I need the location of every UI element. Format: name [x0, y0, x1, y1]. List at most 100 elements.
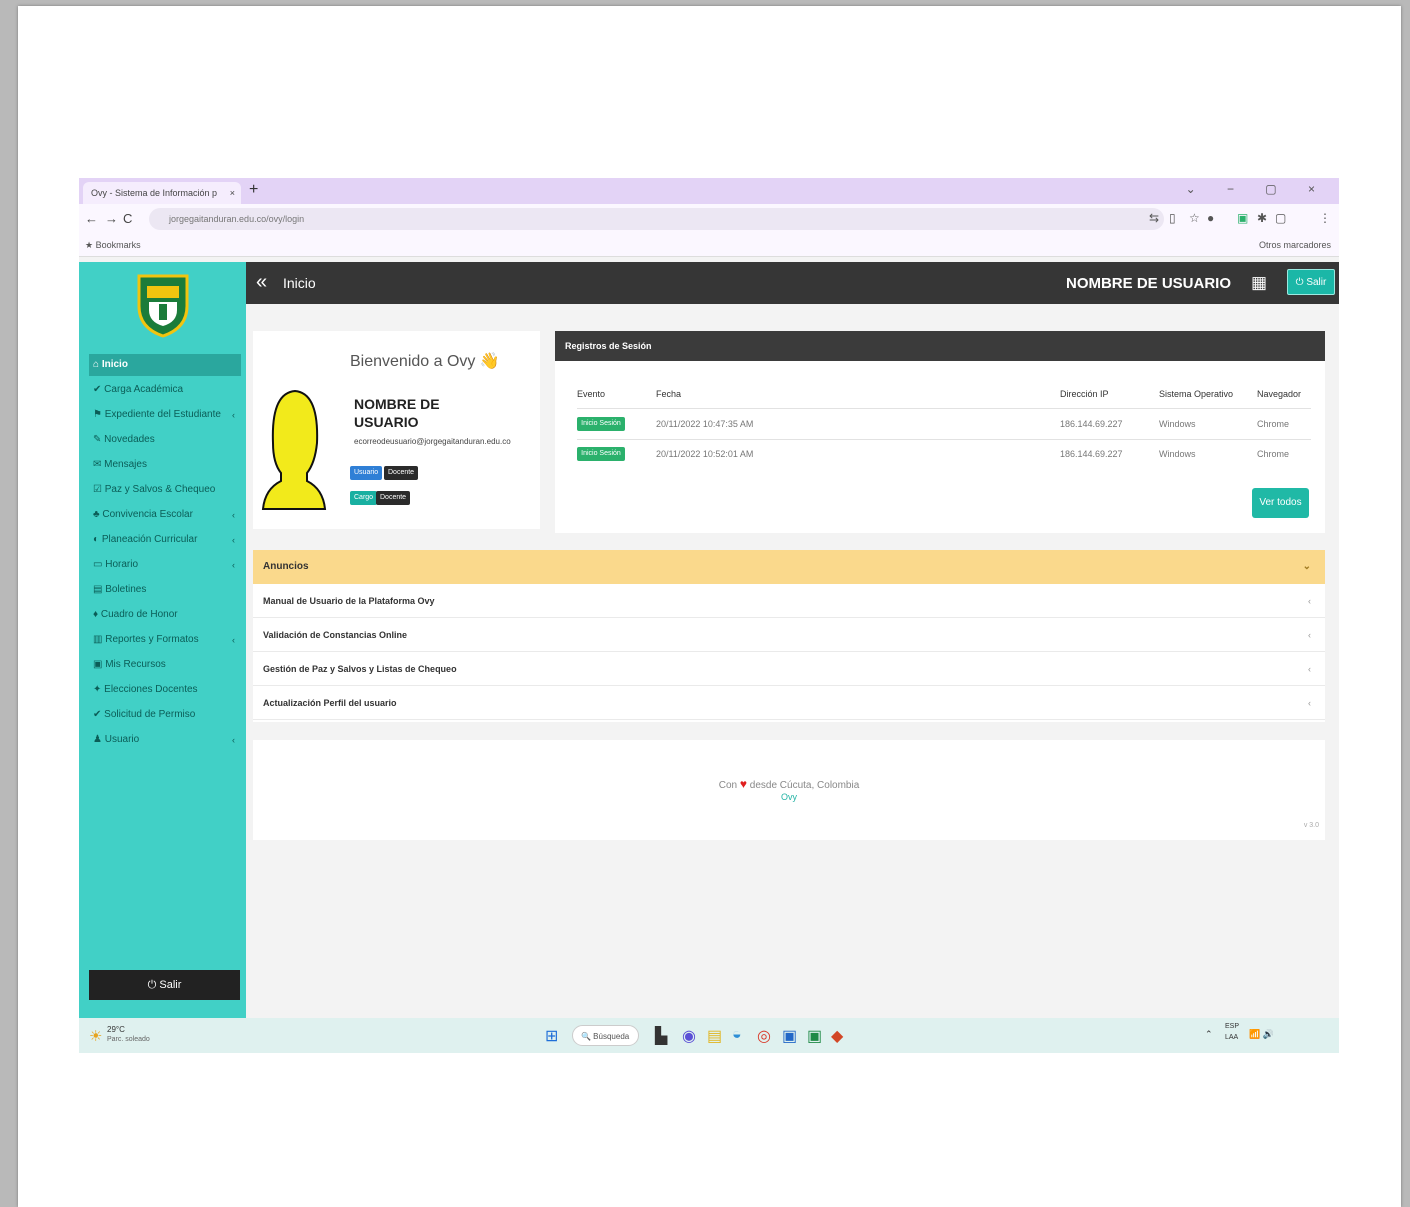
share-icon[interactable]: ⇆: [1149, 211, 1159, 225]
footer-credit: Con ♥ desde Cúcuta, Colombia: [253, 777, 1325, 791]
sidebar-item-label: ⌂ Inicio: [93, 359, 128, 370]
sidepanel-icon[interactable]: ▢: [1275, 211, 1286, 225]
sidebar-item-label: ✔ Carga Académica: [93, 384, 184, 395]
tab-title: Ovy - Sistema de Información p: [91, 188, 218, 198]
topbar-username[interactable]: NOMBRE DE USUARIO: [1066, 275, 1231, 292]
heart-icon: ♥: [739, 777, 747, 791]
sidebar-item-label: ▥ Reportes y Formatos: [93, 634, 199, 645]
announcement-item[interactable]: Manual de Usuario de la Plataforma Ovy ‹: [253, 584, 1325, 618]
tray-chevron-icon[interactable]: ⌃: [1205, 1029, 1213, 1040]
puzzle-icon[interactable]: ✱: [1257, 211, 1267, 225]
sidebar-item-planeacion[interactable]: ◐ Planeación Curricular ‹: [89, 529, 241, 551]
topbar-logout-button[interactable]: ⏻ Salir: [1287, 269, 1335, 295]
profile-icon[interactable]: ●: [1207, 211, 1214, 225]
extension-icon[interactable]: ▯: [1169, 211, 1176, 225]
weather-icon[interactable]: ☀: [89, 1027, 102, 1045]
announcement-label: Actualización Perfil del usuario: [263, 698, 397, 708]
edge-icon[interactable]: ◒: [732, 1026, 742, 1044]
announcements-header[interactable]: Anuncios ⌄: [253, 550, 1325, 584]
announcement-item[interactable]: Actualización Perfil del usuario ‹: [253, 686, 1325, 720]
sidebar-item-paz-y-salvos[interactable]: ☑ Paz y Salvos & Chequeo: [89, 479, 241, 501]
other-bookmarks[interactable]: Otros marcadores: [1259, 234, 1331, 256]
sidebar-item-elecciones[interactable]: ✦ Elecciones Docentes: [89, 679, 241, 701]
sidebar-item-novedades[interactable]: ✎ Novedades: [89, 429, 241, 451]
app-version: v 3.0: [1303, 822, 1319, 829]
powerpoint-icon[interactable]: ◆: [831, 1026, 843, 1046]
sidebar-item-boletines[interactable]: ▤ Boletines: [89, 579, 241, 601]
reload-icon[interactable]: C: [123, 211, 132, 226]
sidebar-item-label: ♦ Cuadro de Honor: [93, 609, 178, 620]
apps-grid-icon[interactable]: ▦: [1251, 273, 1267, 293]
window-controls[interactable]: ⌄ − ▢ ×: [1186, 182, 1329, 196]
sidebar-item-mensajes[interactable]: ✉ Mensajes: [89, 454, 241, 476]
task-view-icon[interactable]: ▙: [655, 1026, 667, 1046]
chevron-left-icon: ‹: [1308, 596, 1311, 606]
sidebar-item-mis-recursos[interactable]: ▣ Mis Recursos: [89, 654, 241, 676]
bookmarks-bar: ★ Bookmarks Otros marcadores: [79, 234, 1339, 257]
back-icon[interactable]: ←: [85, 211, 98, 226]
sidebar-item-label: ✔ Solicitud de Permiso: [93, 709, 196, 720]
screenshot: Ovy - Sistema de Información p × + ⌄ − ▢…: [79, 178, 1339, 1053]
type-badge-cargo: Cargo: [350, 491, 378, 505]
footer-ovy-link[interactable]: Ovy: [253, 792, 1325, 802]
welcome-title: Bienvenido a Ovy 👋: [350, 353, 500, 370]
role-badge-docente: Docente: [384, 466, 419, 480]
session-log-title: Registros de Sesión: [555, 331, 1325, 361]
chevron-left-icon: ‹: [1308, 630, 1311, 640]
sidebar-item-carga-academica[interactable]: ✔ Carga Académica: [89, 379, 241, 401]
session-log-card: Registros de Sesión Evento Fecha Direcci…: [555, 331, 1325, 533]
sidebar-item-label: ✦ Elecciones Docentes: [93, 684, 198, 695]
sidebar-item-label: ▤ Boletines: [93, 584, 147, 595]
chevron-down-icon: ⌄: [1302, 561, 1311, 572]
sidebar-item-reportes[interactable]: ▥ Reportes y Formatos ‹: [89, 629, 241, 651]
chevron-left-icon: ‹: [232, 735, 235, 745]
address-bar[interactable]: jorgegaitanduran.edu.co/ovy/login: [149, 208, 1164, 230]
tab-close-icon[interactable]: ×: [230, 182, 235, 204]
announcements-panel: Anuncios ⌄ Manual de Usuario de la Plata…: [253, 550, 1325, 722]
chevron-left-icon: ‹: [232, 410, 235, 420]
forward-icon[interactable]: →: [105, 211, 118, 226]
chrome-icon[interactable]: ◎: [757, 1026, 771, 1046]
sidebar-item-cuadro-de-honor[interactable]: ♦ Cuadro de Honor: [89, 604, 241, 626]
sidebar-item-solicitud-permiso[interactable]: ✔ Solicitud de Permiso: [89, 704, 241, 726]
chat-icon[interactable]: ◉: [682, 1026, 696, 1046]
taskbar-search[interactable]: 🔍 Búsqueda: [572, 1025, 639, 1046]
weather-desc: Parc. soleado: [107, 1036, 150, 1043]
sidebar-item-usuario[interactable]: ♟ Usuario ‹: [89, 729, 241, 751]
extension-green-icon[interactable]: ▣: [1237, 211, 1248, 225]
network-volume-icon[interactable]: 📶 🔊: [1249, 1029, 1274, 1040]
sidebar-item-inicio[interactable]: ⌂ Inicio: [89, 354, 241, 376]
event-badge: Inicio Sesión: [577, 417, 625, 431]
column-header-fecha: Fecha: [656, 389, 682, 399]
excel-icon[interactable]: ▣: [807, 1026, 822, 1046]
chevron-left-icon: ‹: [232, 535, 235, 545]
type-badge-docente: Docente: [376, 491, 411, 505]
tray-lang-a[interactable]: ESP: [1225, 1023, 1239, 1030]
footer-suffix: desde Cúcuta, Colombia: [749, 780, 860, 791]
column-header-evento: Evento: [577, 389, 606, 399]
user-avatar-icon: [261, 389, 327, 510]
sidebar: ⌂ Inicio ✔ Carga Académica ⚑ Expediente …: [79, 262, 246, 1018]
sidebar-logout-button[interactable]: ⏻ Salir: [89, 970, 240, 1000]
bookmarks-label[interactable]: ★ Bookmarks: [85, 234, 141, 256]
menu-icon[interactable]: ⋮: [1319, 211, 1331, 225]
announcement-item[interactable]: Validación de Constancias Online ‹: [253, 618, 1325, 652]
browser-tab[interactable]: Ovy - Sistema de Información p ×: [83, 182, 241, 204]
sidebar-item-convivencia[interactable]: ♣ Convivencia Escolar ‹: [89, 504, 241, 526]
sidebar-item-expediente[interactable]: ⚑ Expediente del Estudiante ‹: [89, 404, 241, 426]
windows-start-icon[interactable]: ⊞: [545, 1026, 558, 1046]
sidebar-item-horario[interactable]: ▭ Horario ‹: [89, 554, 241, 576]
see-all-button[interactable]: Ver todos: [1252, 488, 1309, 518]
file-explorer-icon[interactable]: ▤: [707, 1026, 722, 1046]
bookmark-star-icon[interactable]: ☆: [1189, 211, 1200, 225]
sidebar-item-label: ◐ Planeación Curricular: [93, 534, 198, 545]
cell-os: Windows: [1159, 419, 1196, 429]
tray-lang-b[interactable]: LAA: [1225, 1034, 1238, 1041]
collapse-sidebar-icon[interactable]: «: [256, 271, 267, 294]
announcement-item[interactable]: Gestión de Paz y Salvos y Listas de Cheq…: [253, 652, 1325, 686]
table-divider: [577, 408, 1311, 409]
new-tab-button[interactable]: +: [249, 181, 258, 199]
page-title: Inicio: [283, 275, 316, 291]
outlook-icon[interactable]: ▣: [782, 1026, 797, 1046]
column-header-navegador: Navegador: [1257, 389, 1302, 399]
